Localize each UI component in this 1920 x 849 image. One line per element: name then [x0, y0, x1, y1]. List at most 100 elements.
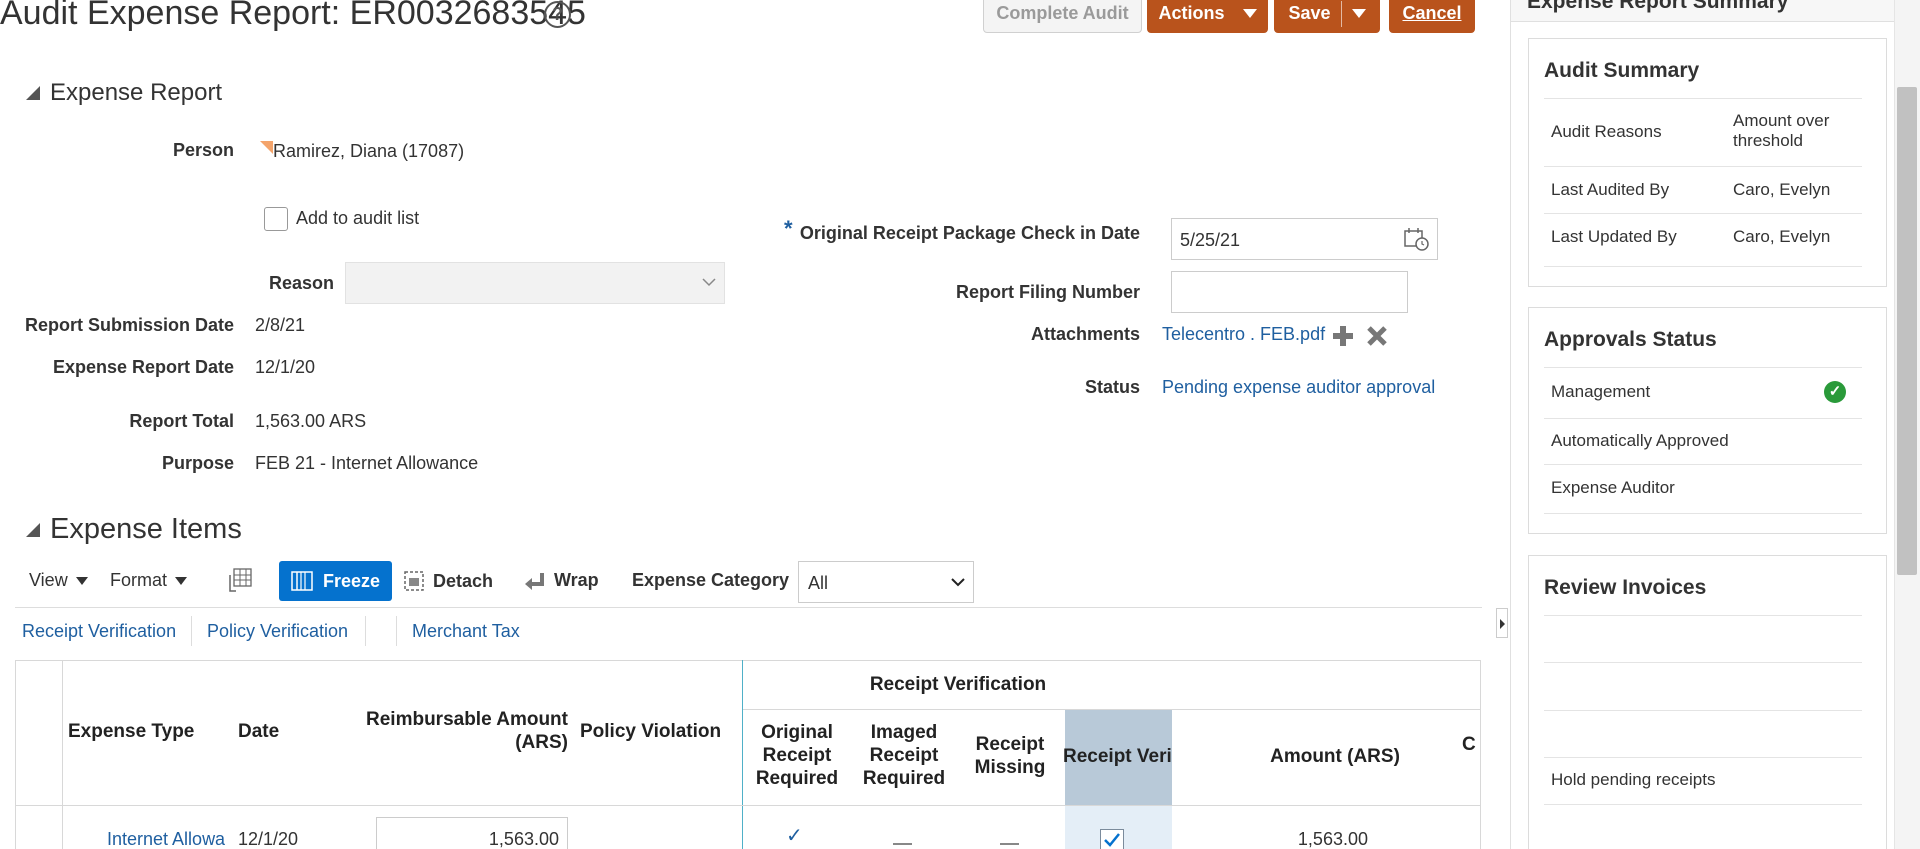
question-circle-icon[interactable]: ?	[544, 1, 571, 28]
check-icon	[1104, 833, 1120, 847]
format-label: Format	[110, 570, 168, 590]
tab-policy-verification[interactable]: Policy Verification	[207, 621, 348, 642]
receipt-missing-dash-icon	[1000, 843, 1019, 845]
col-cut[interactable]: C	[1462, 733, 1480, 756]
col-policy-violation[interactable]: Policy Violation	[580, 720, 735, 743]
section-title: Expense Report	[50, 79, 223, 106]
attachment-link[interactable]: Telecentro . FEB.pdf	[1162, 324, 1325, 345]
col-imaged-line3: Required	[862, 768, 946, 789]
save-button[interactable]: Save	[1288, 3, 1330, 24]
approval-expense-auditor: Expense Auditor	[1551, 478, 1675, 497]
save-options-chevron-icon[interactable]	[1351, 9, 1366, 18]
chevron-down-icon	[1242, 9, 1257, 18]
col-orig-line1: Original	[761, 722, 833, 743]
expense-report-date-value: 12/1/20	[255, 357, 316, 377]
delete-attachment-icon[interactable]	[1366, 325, 1388, 347]
approval-automatic: Automatically Approved	[1551, 431, 1729, 450]
col-imaged-line2: Receipt	[869, 745, 939, 766]
last-updated-by-value: Caro, Evelyn	[1733, 227, 1831, 246]
cancel-button[interactable]: Cancel	[1389, 0, 1475, 33]
flag-icon	[260, 141, 273, 154]
row-expense-type-link[interactable]: Internet Allowa	[107, 829, 225, 849]
freeze-label: Freeze	[323, 570, 381, 591]
receipt-verified-checkbox[interactable]	[1100, 829, 1124, 849]
last-audited-by-label: Last Audited By	[1551, 180, 1670, 199]
add-to-audit-checkbox[interactable]	[264, 207, 288, 231]
expense-category-value: All	[808, 573, 829, 593]
format-menu[interactable]: Format	[110, 570, 188, 591]
page-title: Audit Expense Report: ER0032683545	[0, 0, 586, 32]
row-reimbursable-input[interactable]: 1,563.00	[376, 817, 568, 849]
purpose-value: FEB 21 - Internet Allowance	[255, 453, 479, 473]
col-expense-type[interactable]: Expense Type	[68, 720, 204, 743]
save-button-group[interactable]: Save	[1274, 0, 1380, 33]
col-orig-line3: Required	[755, 768, 839, 789]
row-reimbursable-value: 1,563.00	[488, 829, 559, 849]
freeze-columns-icon	[291, 571, 313, 591]
filing-number-label: Report Filing Number	[956, 282, 1140, 302]
wrap-label: Wrap	[554, 570, 599, 590]
add-attachment-icon[interactable]	[1332, 325, 1354, 347]
expense-category-label: Expense Category	[632, 570, 790, 590]
complete-audit-button[interactable]: Complete Audit	[983, 0, 1142, 33]
chevron-down-icon	[75, 576, 88, 585]
col-missing-line2: Missing	[974, 757, 1046, 778]
side-panel-title: Expense Report Summary	[1527, 0, 1789, 13]
imaged-receipt-dash-icon	[893, 843, 912, 845]
col-original-receipt-required[interactable]: Original Receipt Required	[745, 721, 849, 790]
tab-merchant-tax[interactable]: Merchant Tax	[412, 621, 520, 642]
detach-button[interactable]: Detach	[403, 570, 493, 592]
expense-report-section-header[interactable]: Expense Report	[26, 79, 222, 107]
tab-separator	[396, 616, 397, 646]
status-link[interactable]: Pending expense auditor approval	[1162, 377, 1435, 398]
col-date[interactable]: Date	[238, 720, 298, 743]
last-audited-by-value: Caro, Evelyn	[1733, 180, 1831, 199]
section-title: Expense Items	[50, 513, 242, 545]
col-amount[interactable]: Amount (ARS)	[1260, 745, 1410, 768]
expense-category-select[interactable]: All	[798, 561, 974, 603]
person-label: Person	[172, 140, 234, 160]
columns-grid-icon[interactable]	[226, 567, 254, 595]
person-value: Ramirez, Diana (17087)	[273, 141, 465, 161]
col-receipt-missing[interactable]: Receipt Missing	[958, 733, 1062, 779]
audit-summary-title: Audit Summary	[1544, 59, 1700, 82]
wrap-button[interactable]: Wrap	[524, 570, 599, 591]
review-invoices-title: Review Invoices	[1544, 576, 1707, 599]
expense-items-section-header[interactable]: Expense Items	[26, 513, 242, 546]
view-label: View	[29, 570, 68, 590]
cancel-label: Cancel	[1402, 3, 1462, 23]
actions-menu-button[interactable]: Actions	[1147, 0, 1268, 33]
expense-report-date-label: Expense Report Date	[52, 357, 234, 377]
audit-reasons-label: Audit Reasons	[1551, 122, 1662, 141]
freeze-button[interactable]: Freeze	[279, 561, 393, 601]
col-imaged-line1: Imaged	[870, 722, 938, 743]
view-menu[interactable]: View	[29, 570, 88, 591]
report-total-value: 1,563.00 ARS	[255, 411, 367, 431]
col-receipt-verified[interactable]: Receipt Veri	[1063, 745, 1172, 768]
col-orig-line2: Receipt	[762, 745, 832, 766]
filing-number-input[interactable]	[1171, 271, 1408, 313]
panel-splitter-handle[interactable]	[1496, 608, 1508, 638]
side-panel-scrollbar-thumb[interactable]	[1897, 87, 1917, 575]
chevron-down-icon	[175, 576, 188, 585]
col-reimbursable-line2: (ARS)	[515, 732, 568, 753]
purpose-label: Purpose	[161, 453, 234, 473]
approvals-status-title: Approvals Status	[1544, 328, 1717, 351]
collapse-triangle-icon	[26, 522, 40, 537]
tab-receipt-verification[interactable]: Receipt Verification	[22, 621, 176, 642]
row-date: 12/1/20	[238, 829, 299, 849]
actions-label: Actions	[1158, 3, 1225, 23]
chevron-down-icon	[702, 278, 716, 287]
approval-management: Management	[1551, 382, 1651, 401]
status-label: Status	[1084, 377, 1140, 397]
toolbar-divider	[15, 607, 1482, 608]
calendar-icon[interactable]	[1403, 227, 1429, 251]
col-reimbursable-amount[interactable]: Reimbursable Amount (ARS)	[340, 708, 568, 754]
submission-date-value: 2/8/21	[255, 315, 306, 335]
receipt-check-date-input[interactable]: 5/25/21	[1171, 218, 1438, 260]
receipt-check-date-label: Original Receipt Package Check in Date	[799, 223, 1140, 243]
collapse-triangle-icon	[26, 86, 40, 100]
col-imaged-receipt-required[interactable]: Imaged Receipt Required	[852, 721, 956, 790]
row-amount: 1,563.00	[1297, 829, 1368, 849]
reason-select[interactable]	[345, 262, 725, 304]
